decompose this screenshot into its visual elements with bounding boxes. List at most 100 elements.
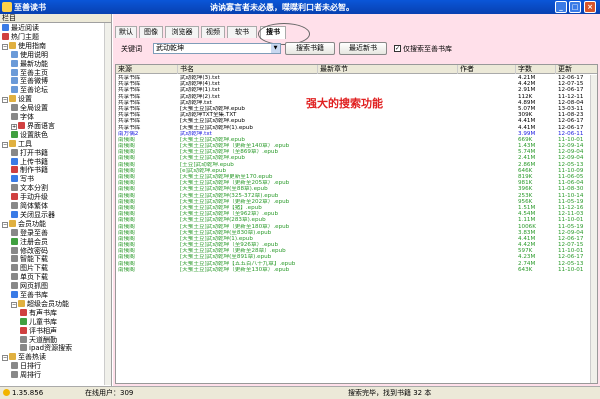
- nav-tree-item[interactable]: 图片下载: [11, 264, 48, 272]
- nav-item-label: 超级会员功能: [27, 299, 69, 308]
- nav-tree-item[interactable]: 儿童书库: [20, 317, 57, 326]
- nav-tree-item[interactable]: 上传书籍: [11, 157, 48, 166]
- left-scrollbar[interactable]: [104, 23, 111, 385]
- collapse-icon[interactable]: −: [2, 221, 8, 228]
- nav-tree-item[interactable]: 评书相声: [20, 326, 57, 335]
- app-icon: [2, 2, 12, 12]
- nav-tree-item[interactable]: − 会员功能: [2, 219, 46, 228]
- nav-item-icon: [11, 157, 18, 165]
- col-title[interactable]: 书名: [178, 65, 318, 74]
- nav-tree-item[interactable]: 制作书籍: [11, 166, 48, 174]
- nav-item-icon: [2, 24, 9, 31]
- left-panel-header: 栏目: [0, 14, 111, 23]
- table-row[interactable]: 南俄阁 [天蚕土豆]武动乾坤（更新至130章）.epub 643K 11-10-01: [116, 267, 592, 273]
- nav-tree-item[interactable]: 使用说明: [11, 50, 48, 59]
- nav-item-label: 打开书籍: [20, 148, 48, 157]
- col-author[interactable]: 作者: [458, 65, 516, 74]
- nav-tree-item[interactable]: 智能下载: [11, 255, 48, 263]
- nav-tree-item[interactable]: 手动升级: [11, 193, 48, 201]
- nav-tree-item[interactable]: − 超级会员功能: [11, 299, 69, 308]
- nav-tree-item[interactable]: 至善书库: [11, 291, 48, 299]
- nav-tree-item[interactable]: 简体繁体: [11, 202, 48, 210]
- nav-item-icon: [11, 77, 18, 85]
- nav-tree-item[interactable]: 天道酬勤: [20, 335, 57, 344]
- latest-books-button[interactable]: 最近新书: [339, 42, 387, 55]
- search-books-button[interactable]: 搜索书籍: [285, 42, 335, 55]
- nav-item-icon: [11, 59, 18, 67]
- nav-tree-item[interactable]: − 使用指南: [2, 41, 46, 50]
- nav-item-label: 制作书籍: [20, 166, 48, 175]
- nav-item-label: 手动升级: [20, 193, 48, 202]
- table-scrollbar[interactable]: [590, 75, 597, 383]
- nav-item-label: 工具: [18, 139, 32, 148]
- tab-image[interactable]: 图像: [139, 26, 163, 38]
- tab-softbook[interactable]: 软书: [227, 26, 257, 38]
- chevron-down-icon[interactable]: ▼: [271, 44, 280, 53]
- nav-tree-item[interactable]: 最新功能: [11, 59, 48, 68]
- nav-tree-item[interactable]: 日排行: [11, 362, 41, 370]
- only-library-checkbox[interactable]: ✓: [394, 45, 401, 52]
- nav-tree-item[interactable]: 注册会员: [11, 237, 48, 246]
- cell-size: 643K: [518, 266, 533, 273]
- nav-tree-item[interactable]: 单页下载: [11, 273, 48, 281]
- nav-tree-item[interactable]: 关闭显示器: [11, 210, 55, 219]
- nav-item-icon: [20, 308, 27, 316]
- nav-item-label: 设置: [18, 95, 32, 104]
- nav-item-label: 字体: [20, 113, 34, 121]
- nav-tree-item[interactable]: 全局设置: [11, 104, 48, 112]
- nav-tree-item[interactable]: 有声书库: [20, 308, 57, 317]
- table-header: 来源 书名 最新章节 作者 字数 更新: [116, 65, 597, 74]
- col-size[interactable]: 字数: [516, 65, 556, 74]
- nav-tree-item[interactable]: 至善主页: [11, 68, 48, 77]
- nav-tree-item[interactable]: 网页抓图: [11, 282, 48, 290]
- col-updated[interactable]: 更新: [556, 65, 597, 74]
- tab-video[interactable]: 视频: [201, 26, 225, 38]
- nav-tree-item[interactable]: 写书: [11, 175, 34, 183]
- col-latest-chapter[interactable]: 最新章节: [318, 65, 458, 74]
- nav-tree-item[interactable]: 周排行: [11, 371, 41, 379]
- nav-item-label: ipad资源搜索: [29, 344, 73, 353]
- nav-tree-item[interactable]: 修改密码: [11, 246, 48, 255]
- window-title: 至善读书: [14, 3, 46, 12]
- nav-tree-item[interactable]: 最近阅读: [2, 24, 39, 32]
- collapse-icon[interactable]: −: [2, 43, 8, 50]
- nav-tree-item[interactable]: 打开书籍: [11, 148, 48, 157]
- nav-tree-item[interactable]: − 至善热读: [2, 353, 46, 362]
- keyword-input[interactable]: 武动乾坤 ▼: [153, 43, 281, 54]
- nav-tree-item[interactable]: 至善论坛: [11, 86, 48, 94]
- nav-item-icon: [11, 113, 18, 120]
- nav-item-label: 上传书籍: [20, 157, 48, 166]
- collapse-icon[interactable]: −: [2, 97, 8, 104]
- collapse-icon[interactable]: −: [2, 141, 8, 148]
- nav-tree-item[interactable]: 文本分割: [11, 184, 48, 192]
- nav-tree-item[interactable]: 字体: [11, 113, 34, 121]
- nav-item-label: 至善论坛: [20, 86, 48, 95]
- maximize-button[interactable]: □: [569, 1, 581, 13]
- tab-browser[interactable]: 浏览器: [165, 26, 199, 38]
- nav-tree-item[interactable]: 登录至善: [11, 228, 48, 237]
- nav-tree-item[interactable]: ipad资源搜索: [20, 344, 72, 352]
- expand-icon[interactable]: +: [11, 123, 17, 130]
- nav-tree-item[interactable]: 热门主题: [2, 32, 39, 41]
- nav-item-label: 儿童书库: [29, 317, 57, 326]
- status-bar: 1.35.856 在线用户：309 搜索完毕，找到书籍 32 本: [0, 386, 600, 399]
- tab-default[interactable]: 默认: [115, 26, 137, 38]
- nav-tree-item[interactable]: + 界面语言: [11, 121, 55, 130]
- nav-item-icon: [11, 86, 18, 94]
- nav-item-label: 最新功能: [20, 59, 48, 68]
- nav-item-label: 修改密码: [20, 246, 48, 255]
- collapse-icon[interactable]: −: [2, 355, 8, 362]
- collapse-icon[interactable]: −: [11, 301, 17, 308]
- nav-item-icon: [11, 264, 18, 272]
- nav-tree-item[interactable]: − 工具: [2, 139, 32, 148]
- search-result-status: 搜索完毕，找到书籍 32 本: [348, 389, 432, 397]
- nav-tree-item[interactable]: 设置肤色: [11, 130, 48, 139]
- nav-item-label: 简体繁体: [20, 202, 48, 210]
- main-panel: 默认 图像 浏览器 视频 软书 搜书 关键词 武动乾坤 ▼ 搜索书籍 最近新书 …: [113, 14, 600, 386]
- close-button[interactable]: ×: [584, 1, 596, 13]
- nav-tree-item[interactable]: 至善微博: [11, 77, 48, 85]
- col-source[interactable]: 来源: [116, 65, 178, 74]
- nav-tree-item[interactable]: − 设置: [2, 95, 32, 104]
- results-table: 来源 书名 最新章节 作者 字数 更新 共享书库 武动乾坤(3).txt 4.21M…: [115, 64, 598, 384]
- minimize-button[interactable]: _: [555, 1, 567, 13]
